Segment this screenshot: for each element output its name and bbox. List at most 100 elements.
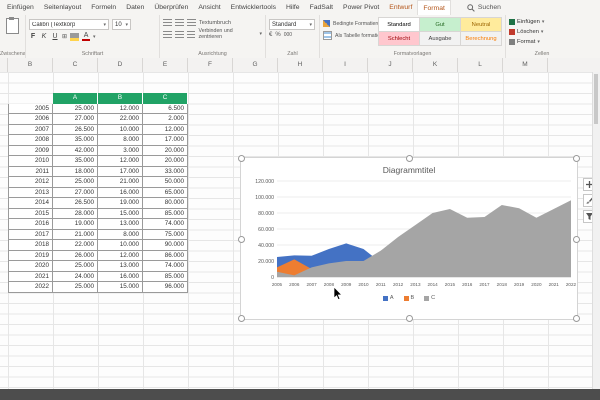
font-color-button[interactable]: A [82, 32, 91, 41]
year-cell[interactable]: 2019 [8, 250, 53, 261]
number-format-select[interactable]: Standard ▾ [269, 19, 315, 30]
ribbon-tab-entwicklertools[interactable]: Entwicklertools [226, 0, 281, 15]
cell-style-gut[interactable]: Gut [420, 18, 460, 31]
ribbon-tab-format[interactable]: Format [417, 0, 451, 15]
value-cell[interactable]: 80.000 [143, 198, 188, 209]
value-cell[interactable]: 74.000 [143, 261, 188, 272]
year-cell[interactable]: 2010 [8, 156, 53, 167]
value-cell[interactable]: 75.000 [143, 229, 188, 240]
underline-button[interactable]: U [51, 32, 59, 41]
value-cell[interactable]: 65.000 [143, 187, 188, 198]
chart-resize-handle[interactable] [573, 315, 580, 322]
scrollbar-thumb[interactable] [594, 74, 598, 124]
align-center-button[interactable] [174, 30, 184, 38]
value-cell[interactable]: 6.500 [143, 103, 188, 114]
chart-resize-handle[interactable] [406, 155, 413, 162]
year-cell[interactable]: 2018 [8, 240, 53, 251]
cell-style-ausgabe[interactable]: Ausgabe [420, 32, 460, 45]
year-cell[interactable]: 2007 [8, 124, 53, 135]
year-cell[interactable]: 2021 [8, 271, 53, 282]
align-right-button[interactable] [186, 30, 196, 38]
value-cell[interactable]: 25.000 [53, 103, 98, 114]
value-cell[interactable]: 17.000 [98, 166, 143, 177]
wrap-text-button[interactable]: Textumbruch [199, 20, 231, 26]
year-cell[interactable]: 2020 [8, 261, 53, 272]
value-cell[interactable]: 20.000 [143, 145, 188, 156]
value-cell[interactable]: 96.000 [143, 282, 188, 293]
year-cell[interactable]: 2022 [8, 282, 53, 293]
ribbon-tab-überprüfen[interactable]: Überprüfen [149, 0, 193, 15]
value-cell[interactable]: 27.000 [53, 187, 98, 198]
chart-title[interactable]: Diagrammtitel [241, 165, 577, 175]
column-header-L[interactable]: L [458, 58, 503, 72]
year-cell[interactable]: 2015 [8, 208, 53, 219]
chart-resize-handle[interactable] [238, 315, 245, 322]
column-header-M[interactable]: M [503, 58, 548, 72]
ribbon-tab-formeln[interactable]: Formeln [86, 0, 121, 15]
cell-style-schlecht[interactable]: Schlecht [379, 32, 419, 45]
value-cell[interactable]: 24.000 [53, 271, 98, 282]
value-cell[interactable]: 21.000 [98, 177, 143, 188]
value-cell[interactable]: 12.000 [143, 124, 188, 135]
value-cell[interactable]: 19.000 [53, 219, 98, 230]
legend-item-A[interactable]: A [382, 295, 394, 301]
column-header-B[interactable]: B [8, 58, 53, 72]
cell-style-standard[interactable]: Standard [379, 18, 419, 31]
value-cell[interactable]: 15.000 [98, 208, 143, 219]
chart-resize-handle[interactable] [238, 155, 245, 162]
align-bottom-button[interactable] [187, 19, 196, 26]
value-cell[interactable]: 25.000 [53, 261, 98, 272]
value-cell[interactable]: 42.000 [53, 145, 98, 156]
column-header-D[interactable]: D [98, 58, 143, 72]
bold-button[interactable]: F [29, 32, 37, 41]
value-cell[interactable]: 17.000 [143, 135, 188, 146]
table-header-C[interactable]: C [143, 93, 188, 104]
value-cell[interactable]: 19.000 [98, 198, 143, 209]
align-middle-button[interactable] [175, 19, 184, 26]
chart-plot[interactable]: 0 20.000 40.000 60.000 80.000 100.000 120.000 2… [241, 177, 577, 289]
chart-plot-area[interactable]: 0 20.000 40.000 60.000 80.000 100.000 120.000 2… [241, 177, 577, 294]
year-cell[interactable]: 2009 [8, 145, 53, 156]
column-header-E[interactable]: E [143, 58, 188, 72]
value-cell[interactable]: 86.000 [143, 250, 188, 261]
chart-resize-handle[interactable] [573, 155, 580, 162]
currency-format-button[interactable]: € [269, 32, 272, 38]
format-cells-button[interactable]: Format ▾ [509, 37, 575, 47]
column-header-C[interactable]: C [53, 58, 98, 72]
cell-style-neutral[interactable]: Neutral [461, 18, 501, 31]
table-header-B[interactable]: B [98, 93, 143, 104]
column-header-H[interactable]: H [278, 58, 323, 72]
spreadsheet-grid[interactable]: A B C 2005 25.000 12.000 6.500 2006 27.000 22.000… [0, 72, 600, 389]
borders-button[interactable]: ⊞ [62, 33, 67, 40]
value-cell[interactable]: 18.000 [53, 166, 98, 177]
value-cell[interactable]: 20.000 [143, 156, 188, 167]
ribbon-tab-seitenlayout[interactable]: Seitenlayout [39, 0, 86, 15]
ribbon-tab-hilfe[interactable]: Hilfe [281, 0, 305, 15]
value-cell[interactable]: 25.000 [53, 177, 98, 188]
value-cell[interactable]: 8.000 [98, 229, 143, 240]
year-cell[interactable]: 2014 [8, 198, 53, 209]
value-cell[interactable]: 35.000 [53, 135, 98, 146]
cell-style-berechnung[interactable]: Berechnung [461, 32, 501, 45]
paste-button[interactable] [6, 17, 19, 34]
value-cell[interactable]: 16.000 [98, 187, 143, 198]
value-cell[interactable]: 85.000 [143, 208, 188, 219]
column-header-G[interactable]: G [233, 58, 278, 72]
value-cell[interactable]: 27.000 [53, 114, 98, 125]
value-cell[interactable]: 13.000 [98, 219, 143, 230]
font-name-select[interactable]: Calibri (Textkörp ▾ [29, 19, 109, 30]
year-cell[interactable]: 2013 [8, 187, 53, 198]
value-cell[interactable]: 35.000 [53, 156, 98, 167]
value-cell[interactable]: 33.000 [143, 166, 188, 177]
italic-button[interactable]: K [40, 32, 48, 41]
value-cell[interactable]: 8.000 [98, 135, 143, 146]
value-cell[interactable]: 12.000 [98, 103, 143, 114]
value-cell[interactable]: 13.000 [98, 261, 143, 272]
year-cell[interactable]: 2008 [8, 135, 53, 146]
font-size-select[interactable]: 10 ▾ [112, 19, 131, 30]
value-cell[interactable]: 50.000 [143, 177, 188, 188]
value-cell[interactable]: 10.000 [98, 124, 143, 135]
loschen-cells-button[interactable]: Löschen ▾ [509, 27, 575, 37]
table-corner-cell[interactable] [8, 93, 53, 104]
einfügen-cells-button[interactable]: Einfügen ▾ [509, 17, 575, 27]
